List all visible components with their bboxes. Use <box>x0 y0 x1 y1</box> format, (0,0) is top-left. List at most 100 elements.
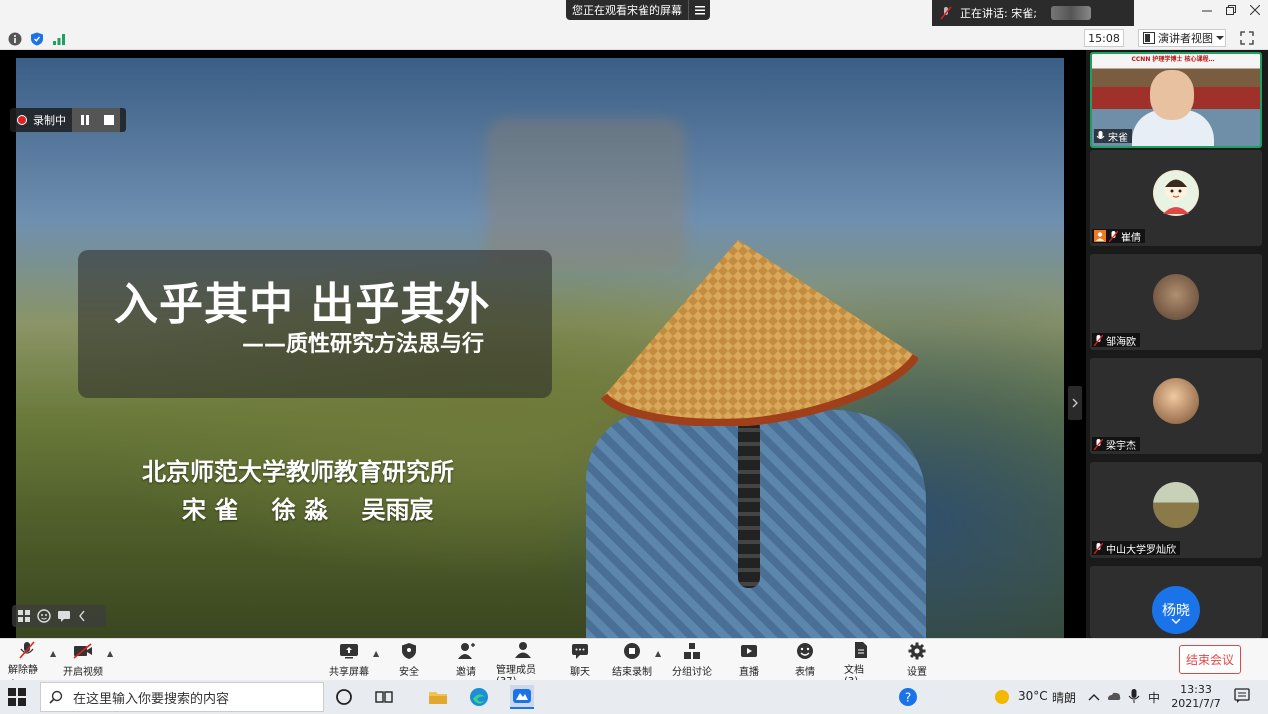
video-tile[interactable]: 邹海欧 <box>1090 254 1262 350</box>
participants-button[interactable]: 管理成员(37) <box>496 641 550 687</box>
fullscreen-icon[interactable] <box>1240 30 1256 46</box>
stop-recording-button[interactable] <box>96 108 120 132</box>
recording-options-caret[interactable]: ▲ <box>655 649 661 658</box>
share-screen-button[interactable]: 共享屏幕 <box>329 641 369 679</box>
emoji-icon[interactable] <box>37 609 51 623</box>
task-view-icon[interactable] <box>374 687 394 707</box>
grid-icon[interactable] <box>17 609 31 623</box>
share-options-caret[interactable]: ▲ <box>373 649 379 658</box>
stop-recording-button[interactable]: 结束录制 <box>612 641 652 679</box>
edge-browser-icon[interactable] <box>469 687 489 707</box>
settings-button[interactable]: 设置 <box>903 641 931 679</box>
meeting-info-bar: 15:08 演讲者视图 <box>0 26 1268 50</box>
breakout-icon <box>682 641 702 661</box>
slide-authors: 宋 雀 徐 淼 吴雨宸 <box>182 496 434 524</box>
stop-recording-label: 结束录制 <box>612 667 652 678</box>
video-tile[interactable]: 梁宇杰 <box>1090 358 1262 454</box>
document-icon <box>851 641 871 659</box>
search-placeholder: 在这里输入你要搜索的内容 <box>73 691 230 707</box>
collapse-panel-button[interactable] <box>1068 386 1082 420</box>
tray-overflow-icon[interactable] <box>1088 689 1100 701</box>
shield-icon[interactable] <box>30 31 44 46</box>
cortana-icon[interactable] <box>334 687 354 707</box>
invite-label: 邀请 <box>456 667 476 678</box>
mic-muted-icon <box>1109 230 1118 242</box>
weather-sun-icon <box>992 687 1012 707</box>
audio-options-caret[interactable]: ▲ <box>50 649 56 658</box>
mic-muted-icon <box>17 641 37 659</box>
banner-menu-icon[interactable] <box>688 0 710 20</box>
record-dot-icon <box>17 115 27 125</box>
screen-share-banner[interactable]: 您正在观看宋雀的屏幕 <box>566 0 710 20</box>
stop-icon <box>103 115 114 125</box>
live-icon <box>739 641 759 661</box>
invite-button[interactable]: 邀请 <box>451 641 481 679</box>
video-tile-active-speaker[interactable]: CCNN 护理学博士 核心课程… 宋雀 <box>1090 52 1262 148</box>
video-tile[interactable]: 崔倩 <box>1090 150 1262 246</box>
meeting-app-icon[interactable] <box>510 685 534 709</box>
security-button[interactable]: 安全 <box>394 641 424 679</box>
end-meeting-button[interactable]: 结束会议 <box>1179 645 1241 674</box>
add-user-icon <box>456 641 476 661</box>
ime-indicator[interactable]: 中 <box>1148 689 1160 706</box>
participant-video-panel: CCNN 护理学博士 核心课程… 宋雀 崔倩 邹海欧 梁宇杰 中山大学罗灿欣 杨… <box>1086 50 1268 638</box>
participant-name-tag: 中山大学罗灿欣 <box>1092 541 1180 556</box>
breakout-rooms-button[interactable]: 分组讨论 <box>672 641 712 679</box>
pause-icon <box>80 115 89 125</box>
video-tile[interactable]: 中山大学罗灿欣 <box>1090 462 1262 558</box>
notification-center-icon[interactable] <box>1234 688 1250 704</box>
view-mode-dropdown[interactable]: 演讲者视图 <box>1138 29 1226 47</box>
restore-icon[interactable] <box>1226 4 1236 19</box>
file-explorer-icon[interactable] <box>428 687 448 707</box>
unmute-button[interactable]: 解除静音 <box>8 641 46 691</box>
participant-name: 梁宇杰 <box>1106 440 1136 452</box>
avatar <box>1153 482 1199 528</box>
documents-button[interactable]: 文档(3) <box>844 641 878 687</box>
braid-graphic <box>738 418 760 588</box>
svg-text:?: ? <box>905 691 911 705</box>
scroll-down-button[interactable] <box>1164 612 1188 630</box>
windows-start-icon[interactable] <box>8 688 26 706</box>
minimize-icon[interactable] <box>1202 4 1212 19</box>
cartoon-avatar-icon <box>1154 171 1198 215</box>
chat-label: 聊天 <box>570 667 590 678</box>
chat-button[interactable]: 聊天 <box>566 641 594 679</box>
start-video-button[interactable]: 开启视频 <box>62 641 104 679</box>
presentation-slide: 入乎其中 出乎其外 ——质性研究方法思与行 北京师范大学教师教育研究所 宋 雀 … <box>16 58 1064 638</box>
microphone-tray-icon[interactable] <box>1128 688 1140 704</box>
mic-muted-icon <box>1094 438 1103 450</box>
view-mode-label: 演讲者视图 <box>1158 32 1213 45</box>
signal-strength-icon[interactable] <box>52 31 66 45</box>
participant-name-tag: 宋雀 <box>1094 129 1132 144</box>
slide-institution: 北京师范大学教师教育研究所 <box>142 458 454 486</box>
pause-recording-button[interactable] <box>72 108 96 132</box>
meeting-timer: 15:08 <box>1084 29 1124 47</box>
settings-label: 设置 <box>907 667 927 678</box>
weather-condition: 晴朗 <box>1052 691 1077 705</box>
participant-name: 宋雀 <box>1108 132 1128 144</box>
speaker-view-icon <box>1143 32 1155 44</box>
security-label: 安全 <box>399 667 419 678</box>
reactions-button[interactable]: 表情 <box>791 641 819 679</box>
participant-name-tag: 崔倩 <box>1092 229 1145 244</box>
chevron-left-icon[interactable] <box>77 609 87 623</box>
system-clock[interactable]: 13:33 2021/7/7 <box>1166 683 1226 711</box>
info-icon[interactable] <box>8 31 22 46</box>
speaking-indicator: 正在讲话: 宋雀; <box>932 0 1134 26</box>
help-icon[interactable]: ? <box>898 687 918 707</box>
comment-icon[interactable] <box>57 609 71 623</box>
live-stream-button[interactable]: 直播 <box>735 641 763 679</box>
taskbar-search-box[interactable]: 在这里输入你要搜索的内容 <box>40 682 324 712</box>
breakout-label: 分组讨论 <box>672 667 712 678</box>
live-label: 直播 <box>739 667 759 678</box>
annotation-mini-toolbar <box>12 605 106 627</box>
participant-name: 崔倩 <box>1121 232 1141 244</box>
onedrive-icon[interactable] <box>1106 688 1122 704</box>
chat-icon <box>570 641 590 661</box>
video-off-icon <box>73 641 93 661</box>
video-options-caret[interactable]: ▲ <box>107 649 113 658</box>
chevron-down-icon <box>1216 36 1224 40</box>
title-bar: 您正在观看宋雀的屏幕 正在讲话: 宋雀; <box>0 0 1268 26</box>
close-icon[interactable] <box>1249 4 1261 19</box>
screen-share-text: 您正在观看宋雀的屏幕 <box>572 4 682 17</box>
